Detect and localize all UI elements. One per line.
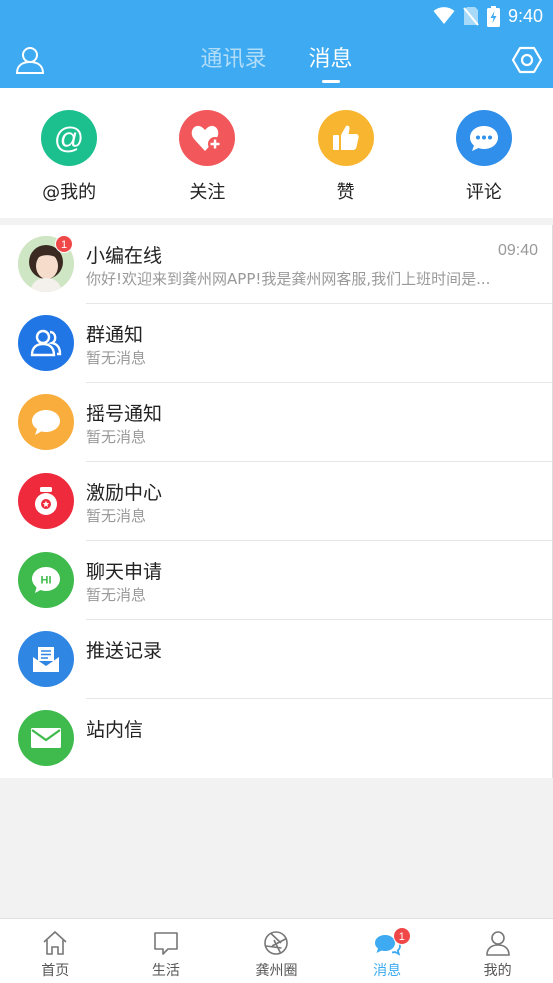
tab-contacts[interactable]: 通讯录	[200, 32, 266, 88]
message-time: 09:40	[497, 242, 538, 259]
comment-icon	[455, 110, 512, 166]
header: 通讯录 消息	[0, 32, 553, 88]
quick-action-likes[interactable]: 赞	[277, 88, 415, 218]
message-row-site-mail[interactable]: 站内信	[0, 699, 552, 778]
message-preview: 暂无消息	[86, 507, 147, 525]
svg-text:HI: HI	[41, 575, 52, 587]
tabbar-label: 消息	[373, 963, 402, 979]
message-title: 小编在线	[86, 245, 163, 267]
aperture-icon	[264, 931, 289, 955]
message-list: 1 小编在线 09:40 你好!欢迎来到龚州网APP!我是龚州网客服,我们上班时…	[0, 225, 553, 778]
message-row-push-history[interactable]: 推送记录	[0, 620, 552, 699]
message-title: 推送记录	[86, 640, 163, 662]
quick-action-label: 赞	[336, 182, 355, 203]
group-icon	[18, 315, 74, 371]
wifi-icon	[433, 7, 455, 24]
person-icon	[485, 931, 510, 956]
unread-badge: 1	[55, 235, 73, 253]
message-row-reward-center[interactable]: 激励中心 暂无消息	[0, 462, 552, 541]
quick-action-label: 关注	[189, 182, 226, 203]
tabbar-circle[interactable]: 龚州圈	[221, 919, 332, 983]
gear-icon	[511, 46, 543, 74]
message-title: 站内信	[86, 719, 144, 741]
heart-plus-icon	[179, 110, 236, 166]
reward-jar-icon	[18, 473, 74, 529]
message-preview: 暂无消息	[86, 349, 147, 367]
quick-action-label: 评论	[465, 182, 502, 203]
chat-bubble-icon	[18, 394, 74, 450]
message-title: 激励中心	[86, 482, 163, 504]
message-row-editor-online[interactable]: 1 小编在线 09:40 你好!欢迎来到龚州网APP!我是龚州网客服,我们上班时…	[0, 225, 552, 304]
tabbar-label: 首页	[41, 963, 70, 979]
bottom-tab-bar: 首页 生活 龚州圈 1 消息 我的	[0, 918, 553, 983]
quick-action-at-me[interactable]: @ @我的	[0, 88, 138, 218]
message-preview: 暂无消息	[86, 428, 147, 446]
tabbar-home[interactable]: 首页	[0, 919, 111, 983]
quick-actions: @ @我的 关注 赞 评论	[0, 88, 553, 218]
status-indicators: 9:40	[433, 4, 543, 28]
tabbar-me[interactable]: 我的	[442, 919, 553, 983]
tabbar-messages[interactable]: 1 消息	[332, 919, 443, 983]
at-icon: @	[41, 110, 98, 166]
thumbs-up-icon	[317, 110, 374, 166]
tabbar-label: 龚州圈	[255, 963, 298, 979]
battery-charging-icon	[486, 5, 500, 27]
quick-action-label: @我的	[42, 182, 97, 203]
tabbar-life[interactable]: 生活	[111, 919, 222, 983]
quick-action-comments[interactable]: 评论	[415, 88, 553, 218]
tab-messages[interactable]: 消息	[309, 32, 353, 88]
message-row-chat-request[interactable]: HI 聊天申请 暂无消息	[0, 541, 552, 620]
message-title: 摇号通知	[86, 403, 163, 425]
tabbar-label: 生活	[151, 963, 180, 979]
header-tabs: 通讯录 消息	[0, 32, 553, 88]
message-preview: 你好!欢迎来到龚州网APP!我是龚州网客服,我们上班时间是...	[86, 270, 491, 288]
status-bar: 9:40	[0, 0, 553, 32]
svg-text:@: @	[54, 122, 84, 155]
no-sim-icon	[463, 7, 479, 26]
tabbar-badge: 1	[392, 927, 411, 945]
clock: 9:40	[507, 5, 543, 26]
message-title: 群通知	[86, 324, 144, 346]
mail-icon	[18, 710, 74, 766]
home-icon	[43, 930, 67, 955]
message-title: 聊天申请	[86, 561, 163, 583]
message-preview: 暂无消息	[86, 586, 147, 604]
message-row-lottery-notice[interactable]: 摇号通知 暂无消息	[0, 383, 552, 462]
hi-bubble-icon: HI	[18, 552, 74, 608]
settings-button[interactable]	[511, 44, 543, 76]
tabbar-label: 我的	[483, 963, 512, 979]
quick-action-follow[interactable]: 关注	[138, 88, 276, 218]
inbox-icon	[18, 631, 74, 687]
message-row-group-notice[interactable]: 群通知 暂无消息	[0, 304, 552, 383]
chat-square-icon	[154, 932, 178, 955]
